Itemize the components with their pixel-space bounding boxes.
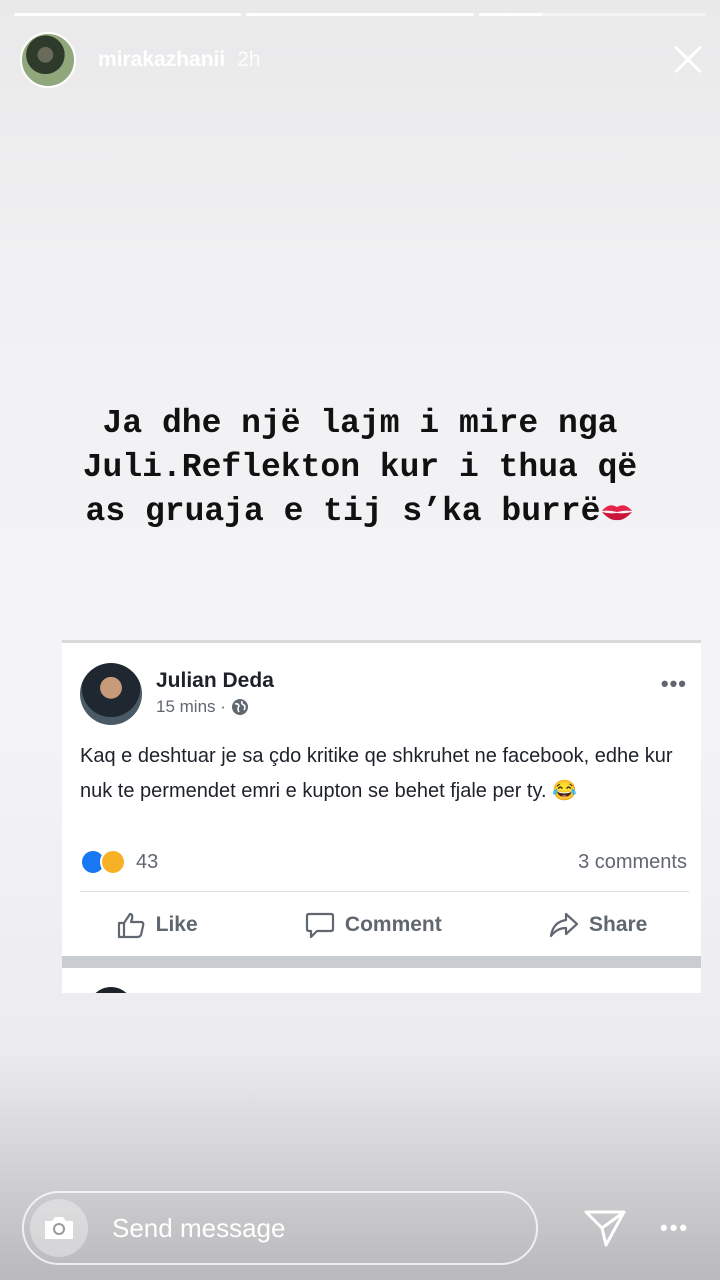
progress-segment bbox=[246, 13, 474, 16]
reaction-icons bbox=[80, 849, 126, 875]
globe-icon bbox=[231, 699, 248, 715]
author-name: Julian Deda bbox=[156, 669, 274, 692]
close-icon[interactable] bbox=[666, 40, 706, 80]
progress-segment bbox=[14, 13, 242, 16]
reply-bar: Send message ••• bbox=[22, 1190, 706, 1266]
send-message-field[interactable]: Send message bbox=[22, 1191, 538, 1265]
author-avatar bbox=[80, 663, 142, 725]
camera-icon bbox=[45, 1217, 73, 1239]
reaction-count: 43 bbox=[136, 850, 159, 873]
caption-line: Ja dhe një lajm i mire nga bbox=[102, 405, 618, 442]
more-options-icon: ••• bbox=[660, 671, 687, 696]
comment-bubble-icon bbox=[305, 912, 335, 939]
story-progress-bar bbox=[14, 13, 706, 16]
post-header: Julian Deda 15 mins · ••• bbox=[80, 663, 689, 727]
reactions-row: 43 3 comments bbox=[80, 847, 687, 877]
facebook-post-screenshot: Julian Deda 15 mins · ••• Kaq e deshtuar… bbox=[62, 640, 701, 993]
comments-count: 3 comments bbox=[578, 850, 687, 873]
send-icon[interactable] bbox=[584, 1209, 626, 1247]
haha-reaction-icon bbox=[100, 849, 126, 875]
story-header: mirakazhanii 2h bbox=[20, 30, 706, 90]
meta-separator: · bbox=[215, 697, 231, 716]
share-arrow-icon bbox=[549, 912, 579, 938]
post-text: Kaq e deshtuar je sa çdo kritike qe shkr… bbox=[80, 745, 673, 802]
post-actions: Like Comment Share bbox=[62, 905, 701, 945]
progress-segment bbox=[478, 13, 706, 16]
like-button: Like bbox=[116, 911, 198, 939]
avatar[interactable] bbox=[20, 32, 76, 88]
share-button: Share bbox=[549, 911, 647, 939]
camera-button[interactable] bbox=[30, 1199, 88, 1257]
post-meta: 15 mins · bbox=[156, 697, 249, 717]
kiss-mark-icon bbox=[602, 505, 633, 521]
comment-button: Comment bbox=[305, 911, 442, 939]
more-options-icon[interactable]: ••• bbox=[660, 1215, 689, 1241]
caption-line: as gruaja e tij s’ka burrë bbox=[20, 490, 700, 534]
post-separator bbox=[62, 956, 701, 968]
message-placeholder: Send message bbox=[112, 1212, 286, 1243]
username[interactable]: mirakazhanii bbox=[98, 48, 225, 72]
divider bbox=[80, 891, 689, 892]
story-caption: Ja dhe një lajm i mire nga Juli.Reflekto… bbox=[20, 402, 700, 534]
thumbs-up-icon bbox=[117, 912, 144, 939]
caption-line: Juli.Reflekton kur i thua që bbox=[82, 449, 638, 486]
next-post-avatar bbox=[88, 987, 134, 993]
post-time: 2h bbox=[237, 48, 261, 71]
post-timestamp: 15 mins bbox=[156, 697, 216, 716]
